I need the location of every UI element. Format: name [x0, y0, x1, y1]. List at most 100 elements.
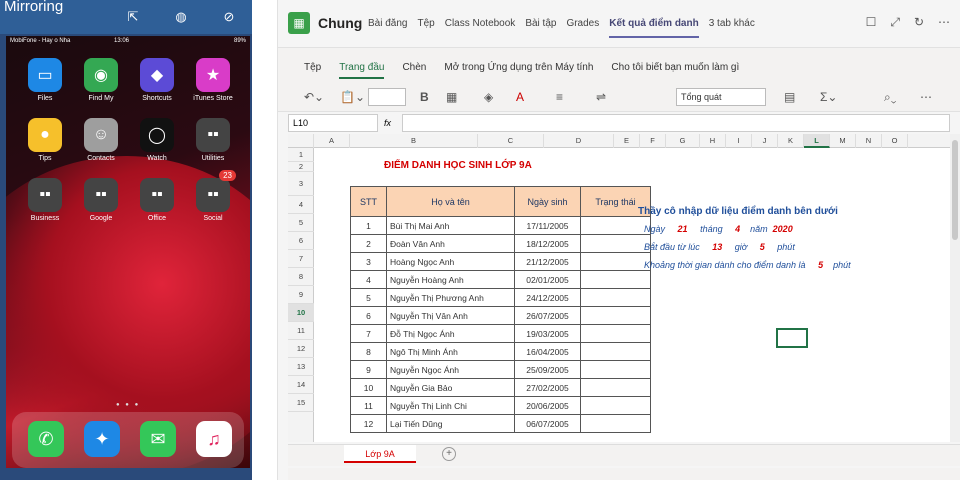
files-icon[interactable]: ▭ [28, 58, 62, 92]
phone-icon[interactable]: ✆ [28, 421, 64, 457]
status-cell[interactable] [580, 342, 651, 361]
cell[interactable]: Bùi Thị Mai Anh [386, 216, 515, 235]
selected-cell[interactable] [776, 328, 808, 348]
conditional-format-icon[interactable]: ▤ [784, 88, 795, 106]
status-cell[interactable] [580, 216, 651, 235]
ribbon-tab-3[interactable]: Mở trong Ứng dụng trên Máy tính [444, 62, 593, 73]
cell[interactable]: 11 [350, 396, 387, 415]
status-cell[interactable] [580, 360, 651, 379]
row-header[interactable]: 2 [288, 162, 314, 172]
app-tips[interactable]: ● Tips [20, 118, 70, 162]
app-files[interactable]: ▭ Files [20, 58, 70, 102]
cell[interactable]: Ngô Thị Minh Ánh [386, 342, 515, 361]
bold-icon[interactable]: B [420, 88, 429, 106]
refresh-icon[interactable]: ↻ [914, 15, 924, 30]
formula-input[interactable] [402, 114, 950, 132]
cell[interactable]: 06/07/2005 [514, 414, 581, 433]
cell[interactable]: 8 [350, 342, 387, 361]
paste-icon[interactable]: 📋⌄ [340, 88, 365, 106]
cell[interactable]: 7 [350, 324, 387, 343]
column-header[interactable]: H [700, 134, 726, 148]
cell[interactable]: 3 [350, 252, 387, 271]
safari-icon[interactable]: ✦ [84, 421, 120, 457]
font-color-icon[interactable]: A [516, 88, 524, 106]
column-header[interactable]: L [804, 134, 830, 148]
row-header[interactable]: 8 [288, 268, 314, 286]
align-icon[interactable]: ≡ [556, 88, 563, 106]
cell[interactable]: 9 [350, 360, 387, 379]
column-header[interactable]: O [882, 134, 908, 148]
cell[interactable]: 1 [350, 216, 387, 235]
select-all-corner[interactable] [288, 134, 314, 148]
cell[interactable]: 26/07/2005 [514, 306, 581, 325]
app-watch[interactable]: ◯ Watch [132, 118, 182, 162]
row-header[interactable]: 3 [288, 172, 314, 196]
row-header[interactable]: 10 [288, 304, 314, 322]
ribbon-tab-2[interactable]: Chèn [402, 62, 426, 73]
status-cell[interactable] [580, 378, 651, 397]
cell[interactable]: Nguyễn Thị Vân Anh [386, 306, 515, 325]
social-folder-icon[interactable]: ▪▪ 23 [196, 170, 236, 212]
column-header[interactable]: C [478, 134, 544, 148]
tab-2[interactable]: Class Notebook [445, 18, 516, 29]
cell[interactable]: Nguyễn Gia Bảo [386, 378, 515, 397]
row-header[interactable]: 5 [288, 214, 314, 232]
app-contacts[interactable]: ☺ Contacts [76, 118, 126, 162]
cell[interactable]: 5 [350, 288, 387, 307]
column-header[interactable]: K [778, 134, 804, 148]
sheet-tab-lop-9a[interactable]: Lớp 9A [344, 445, 416, 463]
sum-icon[interactable]: Σ⌄ [820, 88, 837, 106]
google-folder-icon[interactable]: ▪▪ [84, 178, 118, 212]
cell[interactable]: Đỗ Thị Ngọc Ánh [386, 324, 515, 343]
cell[interactable]: 10 [350, 378, 387, 397]
column-header[interactable]: J [752, 134, 778, 148]
app-social[interactable]: ▪▪ 23 Social [188, 170, 238, 222]
fill-color-icon[interactable]: ◈ [484, 88, 493, 106]
business-folder-icon[interactable]: ▪▪ [28, 178, 62, 212]
column-header[interactable]: A [314, 134, 350, 148]
minute-value[interactable]: 5 [760, 242, 765, 252]
cell[interactable]: 2 [350, 234, 387, 253]
ribbon-tab-1[interactable]: Trang đầu [339, 62, 385, 79]
cell-area[interactable]: ĐIỂM DANH HỌC SINH LỚP 9A STT Họ và tên Ng… [314, 148, 950, 442]
status-cell[interactable] [580, 396, 651, 415]
cell[interactable]: 12 [350, 414, 387, 433]
cell[interactable]: 20/06/2005 [514, 396, 581, 415]
music-icon[interactable]: ♫ [196, 421, 232, 457]
cell[interactable]: Nguyễn Ngọc Ánh [386, 360, 515, 379]
column-header[interactable]: N [856, 134, 882, 148]
more-tools-icon[interactable]: ⋯ [920, 88, 932, 106]
number-format-select[interactable]: Tổng quát [676, 88, 766, 106]
cell[interactable]: 4 [350, 270, 387, 289]
app-business[interactable]: ▪▪ Business [20, 178, 70, 222]
app-find-my[interactable]: ◉ Find My [76, 58, 126, 102]
cell[interactable]: 19/03/2005 [514, 324, 581, 343]
name-box[interactable]: L10 [288, 114, 378, 132]
tips-icon[interactable]: ● [28, 118, 62, 152]
office-folder-icon[interactable]: ▪▪ [140, 178, 174, 212]
spreadsheet-grid[interactable]: ABCDEFGHIJKLMNO 1 2 3 4 5 6 7 8 9 10 11 12 13 14 15 ĐI… [288, 134, 950, 442]
year-value[interactable]: 2020 [773, 224, 793, 234]
tab-3[interactable]: Bài tập [525, 18, 556, 29]
row-header[interactable]: 9 [288, 286, 314, 304]
tab-4[interactable]: Grades [566, 18, 599, 29]
status-cell[interactable] [580, 252, 651, 271]
wrap-icon[interactable]: ⇌ [596, 88, 606, 106]
undo-icon[interactable]: ↶⌄ [304, 88, 324, 106]
cell[interactable]: 02/01/2005 [514, 270, 581, 289]
shortcuts-icon[interactable]: ◆ [140, 58, 174, 92]
messages-icon[interactable]: ✉ [140, 421, 176, 457]
chat-icon[interactable]: ☐ [866, 15, 877, 30]
cell[interactable]: Lại Tiến Dũng [386, 414, 515, 433]
cell[interactable]: Đoàn Vân Anh [386, 234, 515, 253]
cell[interactable]: Hoàng Ngọc Anh [386, 252, 515, 271]
row-header[interactable]: 7 [288, 250, 314, 268]
status-cell[interactable] [580, 414, 651, 433]
font-select[interactable] [368, 88, 406, 106]
row-header[interactable]: 1 [288, 148, 314, 162]
column-header[interactable]: I [726, 134, 752, 148]
hour-value[interactable]: 13 [712, 242, 722, 252]
month-value[interactable]: 4 [735, 224, 740, 234]
app-office[interactable]: ▪▪ Office [132, 178, 182, 222]
tab-6[interactable]: 3 tab khác [709, 18, 755, 29]
